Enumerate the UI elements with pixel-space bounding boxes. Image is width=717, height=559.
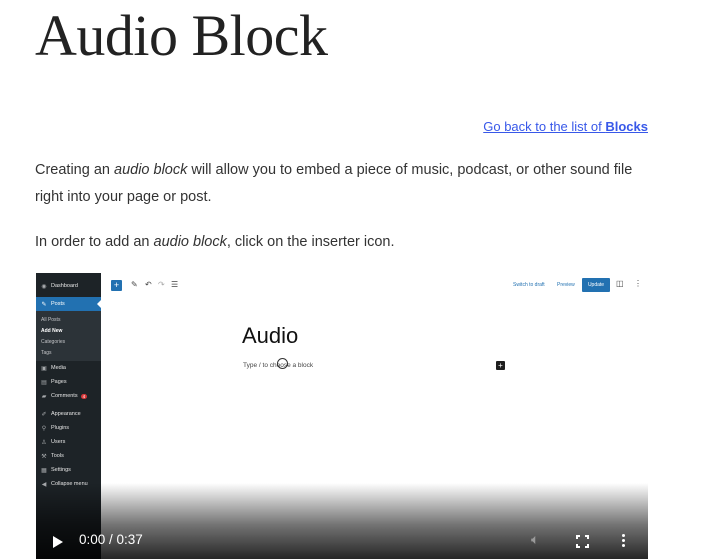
play-icon[interactable] <box>53 536 63 548</box>
sidebar-label: Posts <box>51 301 65 307</box>
redo-icon: ↷ <box>158 280 165 289</box>
sidebar-item-users: ♙ Users <box>36 435 101 449</box>
page-title: Audio Block <box>35 3 328 68</box>
media-icon: ▣ <box>41 365 47 372</box>
p1-emphasis: audio block <box>114 162 188 178</box>
settings-icon: ▦ <box>41 467 47 474</box>
sidebar-label: Tools <box>51 453 64 459</box>
pages-icon: ▤ <box>41 379 47 386</box>
sidebar-item-appearance: ✐ Appearance <box>36 407 101 421</box>
preview-text: Preview <box>557 282 575 288</box>
inline-inserter-icon: + <box>496 361 505 370</box>
instruction-paragraph: In order to add an audio block, click on… <box>35 229 655 256</box>
editor-post-title: Audio <box>242 323 299 348</box>
sidebar-item-plugins: ⚲ Plugins <box>36 421 101 435</box>
plugin-icon: ⚲ <box>41 425 47 432</box>
pin-icon: ✎ <box>41 301 47 308</box>
time-display: 0:00 / 0:37 <box>79 532 143 547</box>
options-icon: ⋮ <box>634 279 642 288</box>
back-link-bold: Blocks <box>605 119 648 134</box>
sidebar-item-posts: ✎ Posts <box>36 297 101 311</box>
submenu-add-new: Add New <box>41 327 63 334</box>
sidebar-item-comments: ▰ Comments 4 <box>36 389 101 403</box>
switch-to-draft-text: Switch to draft <box>513 282 545 288</box>
video-player[interactable]: ◉ Dashboard ✎ Posts All Posts Add New Cate… <box>36 273 648 559</box>
brush-icon: ✐ <box>41 411 47 418</box>
sidebar-label: Media <box>51 365 66 371</box>
sidebar-label: Settings <box>51 467 71 473</box>
fullscreen-icon[interactable] <box>576 535 589 548</box>
sidebar-label: Dashboard <box>51 283 78 289</box>
sidebar-item-media: ▣ Media <box>36 361 101 375</box>
undo-icon: ↶ <box>145 280 152 289</box>
wrench-icon: ⚒ <box>41 453 47 460</box>
back-link-prefix: Go back to the list of <box>483 119 606 134</box>
update-button-image: Update <box>582 278 610 292</box>
editor-toolbar: + ✎ ↶ ↷ ☰ Switch to draft Preview Update… <box>101 273 648 299</box>
sidebar-label: Appearance <box>51 411 81 417</box>
sidebar-item-pages: ▤ Pages <box>36 375 101 389</box>
inserter-plus-icon: + <box>111 280 122 291</box>
sidebar-item-settings: ▦ Settings <box>36 463 101 477</box>
p1-text-a: Creating an <box>35 162 114 178</box>
list-view-icon: ☰ <box>171 280 179 289</box>
submenu-tags: Tags <box>41 349 52 356</box>
controls-overlay <box>36 483 648 559</box>
p2-emphasis: audio block <box>153 234 227 250</box>
cursor-icon <box>277 358 288 369</box>
sidebar-item-tools: ⚒ Tools <box>36 449 101 463</box>
intro-paragraph: Creating an audio block will allow you t… <box>35 157 655 211</box>
p2-text-b: , click on the inserter icon. <box>226 234 395 250</box>
more-options-icon[interactable] <box>622 534 626 549</box>
sidebar-toggle-icon: ◫ <box>616 279 624 288</box>
comments-icon: ▰ <box>41 393 47 400</box>
user-icon: ♙ <box>41 439 47 446</box>
dashboard-icon: ◉ <box>41 283 47 290</box>
p2-text-a: In order to add an <box>35 234 154 250</box>
submenu-categories: Categories <box>41 338 66 345</box>
back-to-blocks-link[interactable]: Go back to the list of Blocks <box>483 119 648 134</box>
comments-badge: 4 <box>80 393 88 399</box>
sidebar-label: Pages <box>51 379 67 385</box>
sidebar-label: Comments <box>51 393 78 399</box>
submenu-all-posts: All Posts <box>41 316 61 323</box>
sidebar-label: Plugins <box>51 425 70 431</box>
posts-submenu: All Posts Add New Categories Tags <box>36 311 101 361</box>
sidebar-label: Users <box>51 439 66 445</box>
sidebar-item-dashboard: ◉ Dashboard <box>36 279 101 293</box>
pencil-icon: ✎ <box>131 280 138 289</box>
volume-icon[interactable]: 🔈︎ <box>531 531 539 548</box>
